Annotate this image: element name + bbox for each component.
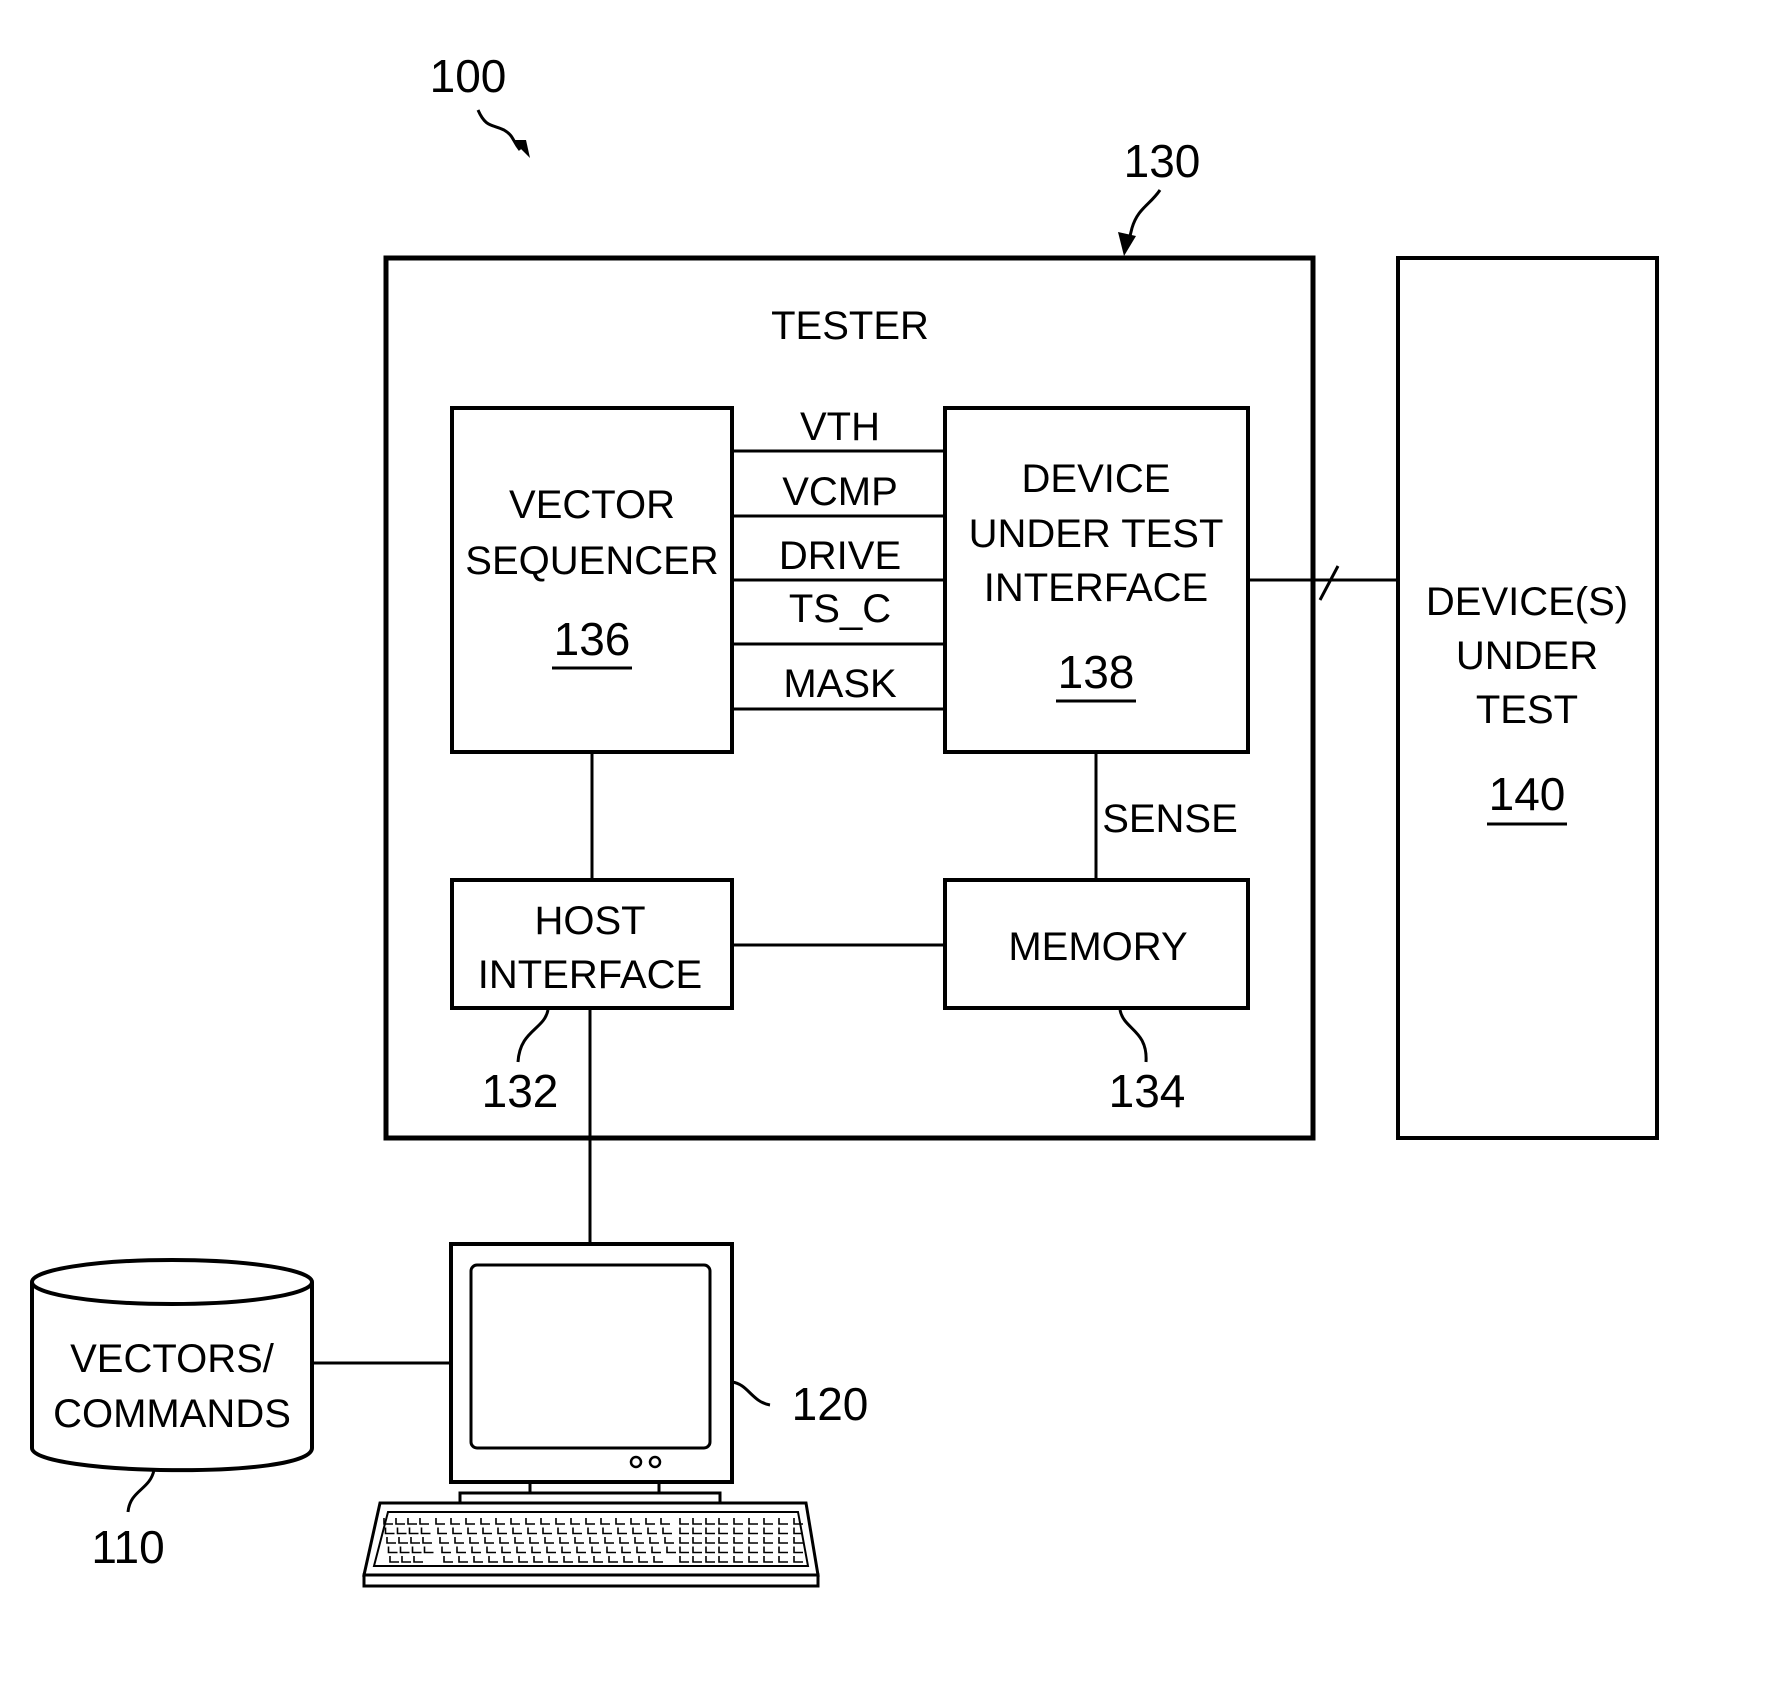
sense-label: SENSE (1102, 797, 1238, 841)
dut-ref: 140 (1489, 768, 1566, 820)
signal-label-vcmp: VCMP (782, 470, 898, 514)
tester-title: TESTER (771, 304, 929, 348)
vector-sequencer-line-2: SEQUENCER (465, 539, 718, 583)
system-ref-arrow-icon (476, 109, 530, 158)
dut-interface-line-3: INTERFACE (984, 566, 1208, 610)
dut-line-3: TEST (1476, 688, 1578, 732)
tester-ref-label: 130 (1124, 135, 1201, 187)
signal-label-ts-c: TS_C (789, 587, 891, 631)
host-interface-line-1: HOST (534, 899, 645, 943)
bus-slash-icon (1318, 565, 1340, 601)
monitor-frame (449, 1242, 734, 1484)
vectors-store-ref: 110 (91, 1521, 164, 1573)
keyboard (362, 1501, 820, 1577)
system-ref-label: 100 (430, 50, 507, 102)
computer-ref-leader (731, 1380, 771, 1407)
signal-label-drive: DRIVE (779, 534, 901, 578)
database-ref-leader (126, 1469, 156, 1513)
block-diagram: 100 130 TESTER VECTOR SEQUENCER 136 DEVI… (30, 50, 1659, 1588)
host-interface-ref: 132 (482, 1065, 559, 1117)
signal-label-vth: VTH (800, 405, 880, 449)
host-interface-line-2: INTERFACE (478, 953, 702, 997)
dut-line-2: UNDER (1456, 634, 1598, 678)
computer-ref: 120 (792, 1378, 869, 1430)
dut-interface-line-1: DEVICE (1022, 457, 1171, 501)
dut-line-1: DEVICE(S) (1426, 580, 1628, 624)
memory-ref: 134 (1109, 1065, 1186, 1117)
vector-sequencer-line-1: VECTOR (509, 483, 675, 527)
memory-label: MEMORY (1008, 925, 1187, 969)
vector-sequencer-ref: 136 (554, 613, 631, 665)
signal-label-mask: MASK (783, 662, 897, 706)
dut-interface-ref: 138 (1058, 646, 1135, 698)
vectors-store-line-1: VECTORS/ (70, 1337, 275, 1381)
computer-icon (362, 1242, 820, 1588)
vectors-store-line-2: COMMANDS (53, 1392, 291, 1436)
tester-ref-arrow-icon (1118, 189, 1162, 256)
dut-interface-line-2: UNDER TEST (969, 512, 1224, 556)
